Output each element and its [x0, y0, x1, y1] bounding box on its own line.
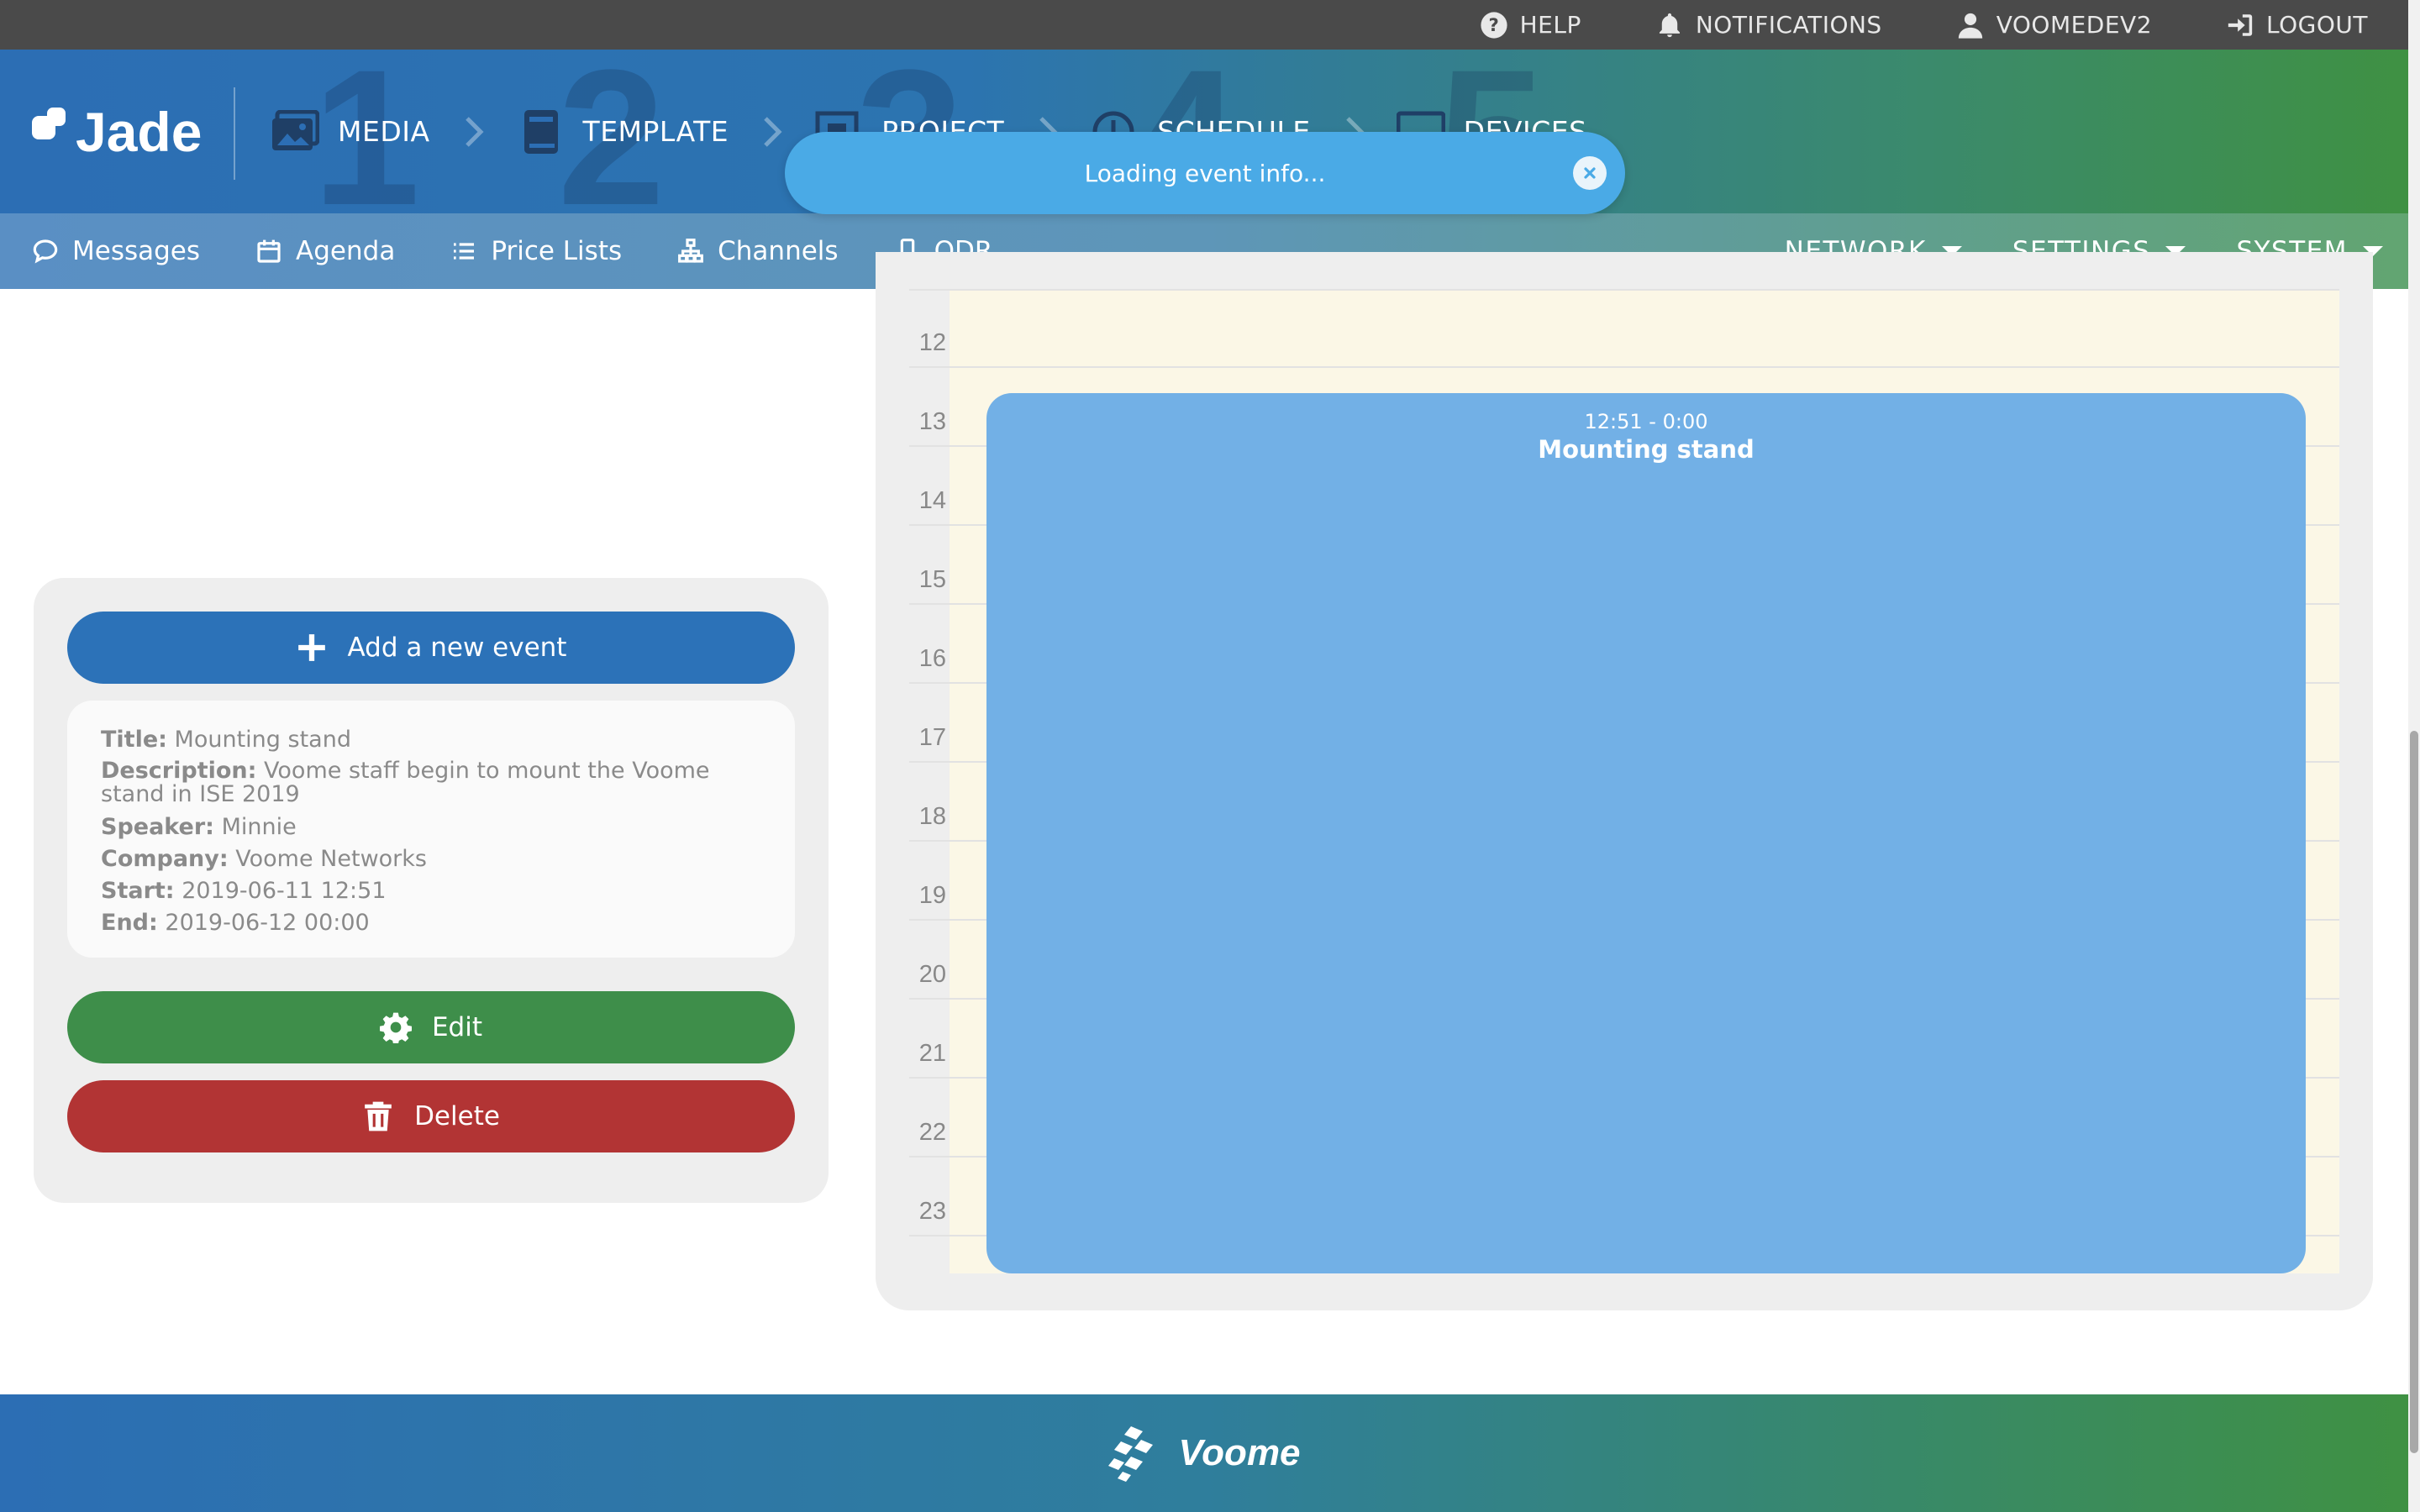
title-label: Title: [101, 727, 167, 753]
end-label: End: [101, 910, 158, 936]
hour-label: 16 [918, 645, 946, 672]
nav-label: Channels [718, 236, 839, 266]
step-label: TEMPLATE [582, 115, 729, 148]
logo-text: Jade [76, 101, 203, 163]
toast-close-button[interactable] [1573, 156, 1607, 190]
event-info-box: Title: Mounting stand Description: Voome… [67, 701, 795, 958]
delete-event-button[interactable]: Delete [67, 1080, 795, 1152]
logout-icon [2228, 13, 2253, 36]
nav-label: Agenda [296, 236, 396, 266]
hour-label: 12 [918, 329, 946, 356]
description-label: Description: [101, 758, 257, 784]
event-time-range: 12:51 - 0:00 [1584, 410, 1708, 433]
help-link[interactable]: ? HELP [1480, 11, 1581, 39]
step-media[interactable]: 1 MEDIA [271, 50, 430, 213]
jade-logo-icon [32, 108, 66, 139]
hour-label: 20 [918, 961, 946, 988]
nav-messages[interactable]: Messages [32, 236, 200, 266]
company-value: Voome Networks [235, 846, 427, 872]
loading-toast: Loading event info... [785, 132, 1625, 214]
speaker-label: Speaker: [101, 814, 214, 840]
sitemap-icon [678, 239, 704, 263]
voome-logo[interactable]: Voome [1107, 1420, 1301, 1487]
jade-logo[interactable]: Jade [32, 100, 202, 164]
hour-label: 23 [918, 1198, 946, 1225]
nav-channels[interactable]: Channels [677, 236, 839, 266]
event-speaker-row: Speaker: Minnie [101, 811, 761, 843]
hour-row: 12 [909, 289, 2339, 368]
event-title: Mounting stand [1538, 435, 1754, 464]
user-icon [1958, 13, 1982, 39]
event-start-row: Start: 2019-06-11 12:51 [101, 875, 761, 907]
company-label: Company: [101, 846, 229, 872]
close-icon [1584, 167, 1596, 179]
svg-text:?: ? [1488, 15, 1499, 36]
end-value: 2019-06-12 00:00 [165, 910, 370, 936]
hour-label: 19 [918, 882, 946, 909]
hour-label: 18 [918, 803, 946, 830]
trash-icon [365, 1101, 392, 1131]
utility-bar: ? HELP NOTIFICATIONS VOOMEDEV2 LOGOUT [0, 0, 2408, 50]
chevron-right-icon [764, 116, 782, 147]
event-end-row: End: 2019-06-12 00:00 [101, 907, 761, 939]
logout-link[interactable]: LOGOUT [2226, 11, 2368, 39]
step-label: MEDIA [338, 115, 430, 148]
notifications-label: NOTIFICATIONS [1695, 11, 1882, 39]
username-label: VOOMEDEV2 [1996, 11, 2153, 39]
nav-label: Price Lists [491, 236, 623, 266]
help-label: HELP [1519, 11, 1581, 39]
scrollbar-thumb[interactable] [2410, 731, 2418, 1453]
image-icon [272, 109, 319, 150]
nav-label: Messages [72, 236, 201, 266]
hour-label: 15 [918, 566, 946, 593]
bell-icon [1659, 13, 1680, 37]
event-detail-panel: Add a new event Title: Mounting stand De… [34, 578, 829, 1203]
step-template[interactable]: 2 TEMPLATE [516, 50, 729, 213]
edit-event-button[interactable]: Edit [67, 991, 795, 1063]
start-label: Start: [101, 878, 175, 904]
hour-label: 22 [918, 1119, 946, 1146]
footer-brand: Voome [1178, 1432, 1301, 1473]
voome-logo-icon [1108, 1426, 1154, 1482]
edit-label: Edit [431, 1012, 483, 1042]
help-icon: ? [1481, 11, 1507, 39]
event-title-row: Title: Mounting stand [101, 724, 761, 756]
logout-label: LOGOUT [2266, 11, 2368, 39]
nav-agenda[interactable]: Agenda [255, 236, 395, 266]
add-event-button[interactable]: Add a new event [67, 612, 795, 684]
gear-icon [379, 1012, 412, 1043]
calendar-icon [257, 239, 281, 263]
nav-price-lists[interactable]: Price Lists [450, 236, 622, 266]
title-value: Mounting stand [174, 727, 351, 753]
hour-row-top-border [909, 212, 2339, 291]
book-icon [523, 109, 558, 154]
notifications-link[interactable]: NOTIFICATIONS [1655, 11, 1882, 39]
hour-label: 17 [918, 724, 946, 751]
hour-label: 21 [918, 1040, 946, 1067]
list-icon [454, 243, 475, 260]
plus-icon [297, 634, 325, 661]
event-description-row: Description: Voome staff begin to mount … [101, 759, 761, 806]
hour-label: 13 [918, 408, 946, 435]
page-scrollbar[interactable] [2408, 0, 2420, 1512]
start-value: 2019-06-11 12:51 [182, 878, 387, 904]
chevron-right-icon [465, 116, 484, 147]
add-event-label: Add a new event [347, 633, 567, 663]
calendar-event[interactable]: 12:51 - 0:00 Mounting stand [986, 393, 2306, 1273]
speaker-value: Minnie [221, 814, 297, 840]
toast-message: Loading event info... [1084, 159, 1326, 187]
event-company-row: Company: Voome Networks [101, 843, 761, 875]
user-menu[interactable]: VOOMEDEV2 [1956, 11, 2152, 39]
delete-label: Delete [414, 1101, 500, 1131]
speech-bubble-icon [33, 239, 58, 264]
footer: Voome [0, 1394, 2408, 1512]
header-divider [234, 87, 235, 180]
hour-label: 14 [918, 487, 946, 514]
